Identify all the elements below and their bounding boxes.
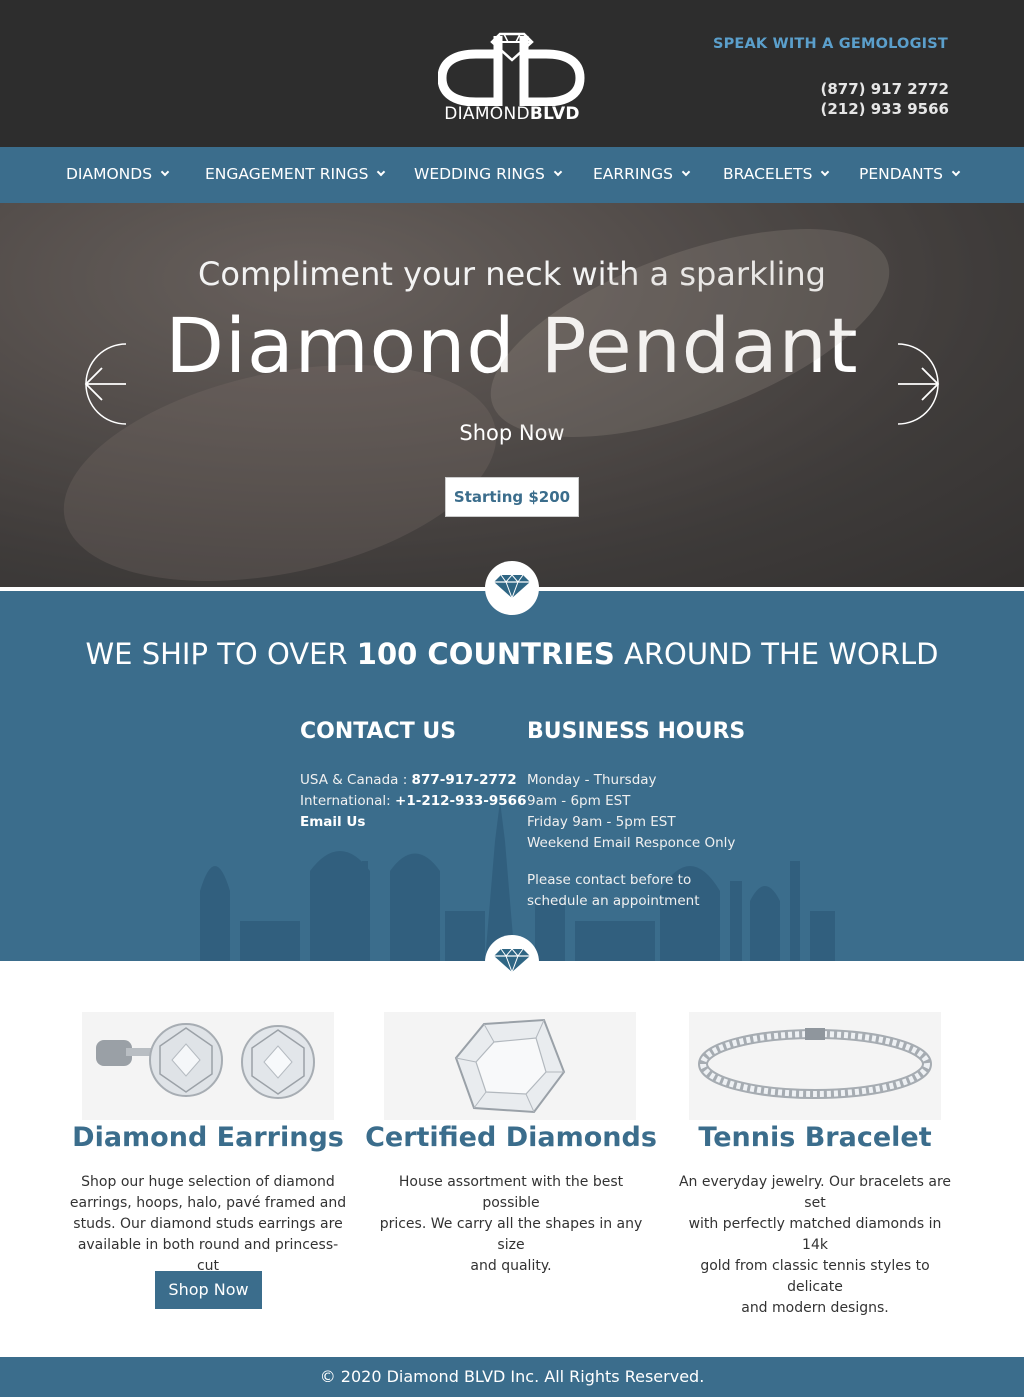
diamond-badge-top xyxy=(485,561,539,615)
nav-label: DIAMONDS xyxy=(66,165,153,183)
shipping-headline-bold: 100 COUNTRIES xyxy=(356,637,615,671)
certified-diamonds-image[interactable] xyxy=(384,1012,636,1120)
nav-label: BRACELETS xyxy=(723,165,813,183)
diamond-icon xyxy=(494,574,530,599)
chevron-down-icon xyxy=(377,167,386,177)
usa-canada-number: 877-917-2772 xyxy=(411,772,517,788)
usa-canada-label: USA & Canada : xyxy=(300,772,412,788)
logo-word-diamond: DIAMOND xyxy=(444,104,530,124)
chevron-down-icon xyxy=(821,167,830,177)
earrings-shop-now-button[interactable]: Shop Now xyxy=(155,1271,262,1309)
nav-item-bracelets[interactable]: BRACELETS xyxy=(723,147,830,203)
main-nav: DIAMONDS ENGAGEMENT RINGS WEDDING RINGS … xyxy=(0,147,1024,203)
description-line: gold from classic tennis styles to delic… xyxy=(700,1258,930,1295)
slider-prev-arrow-icon[interactable] xyxy=(62,342,146,426)
bracelet-illustration xyxy=(698,1028,932,1099)
nav-label: EARRINGS xyxy=(593,165,673,183)
description-line: An everyday jewelry. Our bracelets are s… xyxy=(678,1174,952,1211)
description-line: earrings, hoops, halo, pavé framed and xyxy=(69,1195,347,1211)
shipping-headline: WE SHIP TO OVER 100 COUNTRIES AROUND THE… xyxy=(0,637,1024,671)
international-phone[interactable]: International: +1-212-933-9566 xyxy=(300,793,526,809)
hero-subtitle: Compliment your neck with a sparkling xyxy=(198,255,826,293)
usa-canada-phone[interactable]: USA & Canada : 877-917-2772 xyxy=(300,772,517,788)
chevron-down-icon xyxy=(681,167,691,177)
nav-item-wedding-rings[interactable]: WEDDING RINGS xyxy=(414,147,563,203)
diamond-earrings-title[interactable]: Diamond Earrings xyxy=(58,1122,358,1153)
hero-shop-now-link[interactable]: Shop Now xyxy=(0,421,1024,445)
tennis-bracelet-title[interactable]: Tennis Bracelet xyxy=(665,1122,965,1153)
contact-us-heading: CONTACT US xyxy=(300,719,457,744)
international-number: +1-212-933-9566 xyxy=(395,793,527,809)
email-us-link[interactable]: Email Us xyxy=(300,814,365,830)
slider-next-arrow-icon[interactable] xyxy=(878,342,962,426)
hours-line-1: Monday - Thursday xyxy=(527,772,657,788)
description-line: prices. We carry all the shapes in any s… xyxy=(379,1216,643,1253)
chevron-down-icon xyxy=(553,167,563,177)
copyright-text: © 2020 Diamond BLVD Inc. All Rights Rese… xyxy=(319,1367,705,1386)
shipping-contact-section: WE SHIP TO OVER 100 COUNTRIES AROUND THE… xyxy=(0,591,1024,961)
description-line: House assortment with the best possible xyxy=(398,1174,624,1211)
hero-title: Diamond Pendant xyxy=(165,301,859,390)
diamond-blvd-logo[interactable]: DIAMONDBLVD xyxy=(437,30,586,126)
nav-item-engagement-rings[interactable]: ENGAGEMENT RINGS xyxy=(205,147,386,203)
nav-item-earrings[interactable]: EARRINGS xyxy=(593,147,691,203)
business-hours-heading: BUSINESS HOURS xyxy=(527,719,746,744)
shipping-headline-pre: WE SHIP TO OVER xyxy=(85,637,357,671)
nav-item-pendants[interactable]: PENDANTS xyxy=(859,147,961,203)
tennis-bracelet-image[interactable] xyxy=(689,1012,941,1120)
appointment-note-1: Please contact before to xyxy=(527,872,692,888)
hours-line-4: Weekend Email Responce Only xyxy=(527,835,736,851)
earrings-illustration xyxy=(96,1023,315,1099)
nav-label: WEDDING RINGS xyxy=(414,165,545,183)
nav-item-diamonds[interactable]: DIAMONDS xyxy=(66,147,170,203)
diamond-earrings-image[interactable] xyxy=(82,1012,334,1120)
description-line: and modern designs. xyxy=(741,1300,889,1316)
nav-label: PENDANTS xyxy=(859,165,943,183)
logo-wordmark: DIAMONDBLVD xyxy=(438,104,586,124)
diamond-illustration xyxy=(454,1018,566,1114)
hours-line-2: 9am - 6pm EST xyxy=(527,793,631,809)
certified-diamonds-description: House assortment with the best possible … xyxy=(371,1172,651,1277)
description-line: and quality. xyxy=(470,1258,552,1274)
logo-mark-icon xyxy=(437,32,585,107)
starting-price-button[interactable]: Starting $200 xyxy=(445,477,579,517)
shipping-headline-post: AROUND THE WORLD xyxy=(614,637,939,671)
site-footer: © 2020 Diamond BLVD Inc. All Rights Rese… xyxy=(0,1357,1024,1397)
description-line: studs. Our diamond studs earrings are xyxy=(73,1216,343,1232)
tennis-bracelet-description: An everyday jewelry. Our bracelets are s… xyxy=(675,1172,955,1319)
chevron-down-icon xyxy=(951,167,961,177)
diamond-icon xyxy=(494,948,530,973)
appointment-note-2: schedule an appointment xyxy=(527,893,700,909)
international-label: International: xyxy=(300,793,396,809)
description-line: Shop our huge selection of diamond xyxy=(81,1174,335,1190)
diamond-earrings-description: Shop our huge selection of diamond earri… xyxy=(68,1172,348,1277)
phone-number-2[interactable]: (212) 933 9566 xyxy=(820,100,949,118)
hero-slider: Compliment your neck with a sparkling Di… xyxy=(0,203,1024,587)
logo-word-blvd: BLVD xyxy=(529,104,580,124)
chevron-down-icon xyxy=(160,167,170,177)
nav-label: ENGAGEMENT RINGS xyxy=(205,165,369,183)
phone-number-1[interactable]: (877) 917 2772 xyxy=(820,80,949,98)
speak-with-gemologist-link[interactable]: SPEAK WITH A GEMOLOGIST xyxy=(713,36,948,52)
description-line: with perfectly matched diamonds in 14k xyxy=(688,1216,942,1253)
hours-line-3: Friday 9am - 5pm EST xyxy=(527,814,676,830)
certified-diamonds-title[interactable]: Certified Diamonds xyxy=(361,1122,661,1153)
site-header: DIAMONDBLVD SPEAK WITH A GEMOLOGIST (877… xyxy=(0,0,1024,147)
diamond-badge-bottom xyxy=(485,935,539,989)
